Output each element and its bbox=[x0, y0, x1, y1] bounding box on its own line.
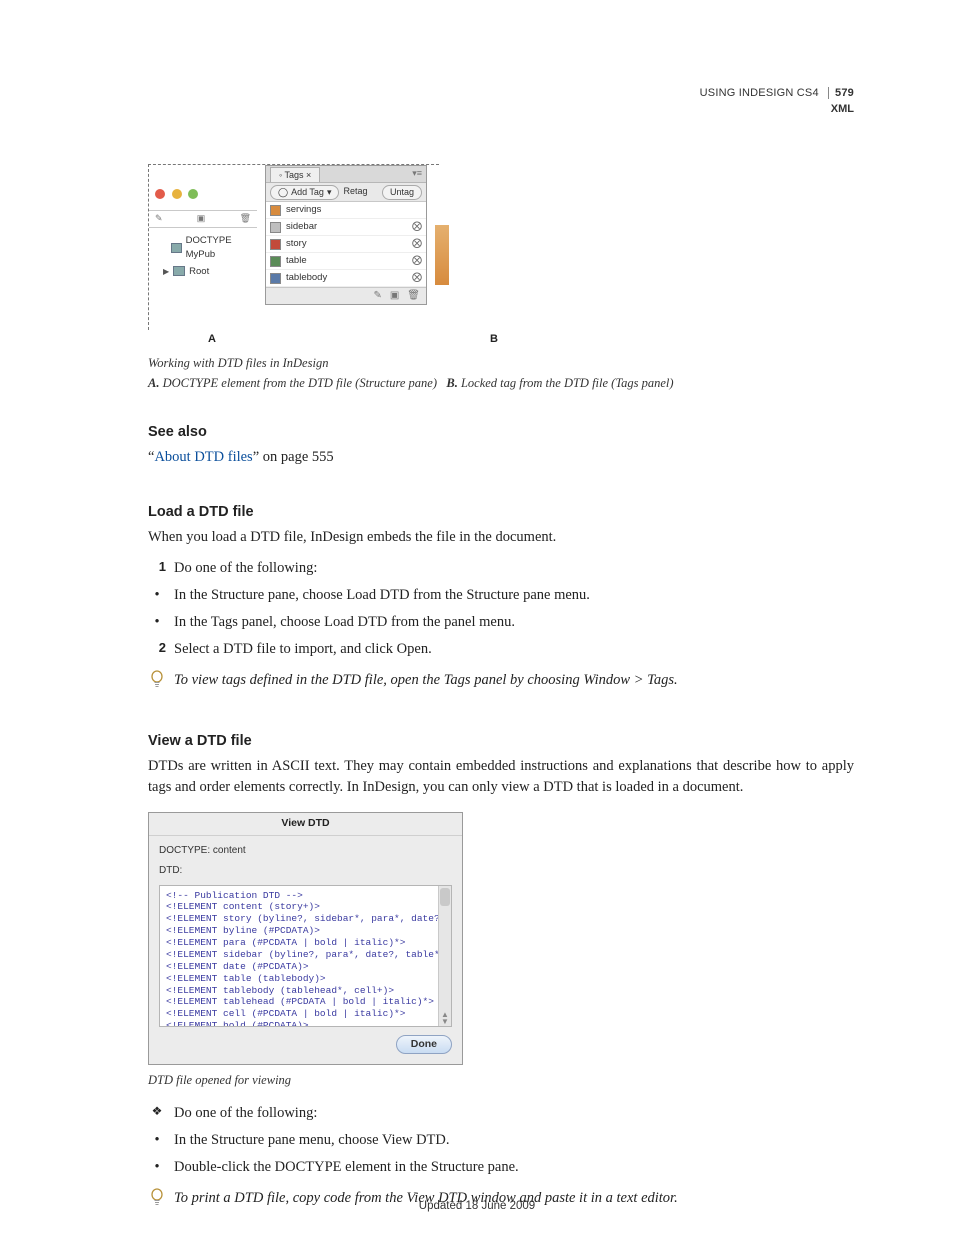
structure-pane: ✎ ▣ 🗑 DOCTYPE MyPub ▶ Root bbox=[149, 181, 257, 326]
tool-icon: ✎ bbox=[155, 212, 163, 225]
untag-button: Untag bbox=[382, 185, 422, 200]
tool-icon: ▣ bbox=[197, 212, 206, 225]
close-icon bbox=[155, 189, 165, 199]
figure-caption-keys: A. DOCTYPE element from the DTD file (St… bbox=[148, 374, 854, 392]
step-2: 2 Select a DTD file to import, and click… bbox=[148, 639, 854, 660]
see-also-links: “About DTD files” on page 555 bbox=[148, 447, 854, 468]
dialog-dtd-box: <!-- Publication DTD --> <!ELEMENT conte… bbox=[159, 885, 452, 1027]
tags-panel: ◦ Tags × ▾≡ ◯ Add Tag ▾ Retag Untag serv… bbox=[265, 165, 427, 305]
swatch-icon bbox=[270, 256, 281, 267]
lock-icon: ⨂ bbox=[412, 271, 422, 286]
bullet: •In the Structure pane menu, choose View… bbox=[148, 1130, 854, 1151]
tag-foot-icon: ▣ bbox=[390, 289, 399, 304]
tag-row: servings bbox=[266, 202, 426, 219]
element-icon bbox=[173, 266, 185, 276]
scrollbar: ▲▼ bbox=[438, 886, 451, 1026]
step-1: 1 Do one of the following: bbox=[148, 558, 854, 579]
tags-tab: ◦ Tags × bbox=[270, 167, 320, 182]
decorative-strip bbox=[435, 225, 449, 285]
dialog-dtd-label: DTD: bbox=[159, 864, 452, 879]
see-also-heading: See also bbox=[148, 422, 854, 443]
doctype-icon bbox=[171, 243, 182, 253]
zoom-icon bbox=[188, 189, 198, 199]
tag-foot-icon: ✎ bbox=[373, 289, 381, 304]
window-controls bbox=[149, 181, 257, 210]
link-about-dtd-files[interactable]: About DTD files bbox=[154, 449, 252, 465]
retag-label: Retag bbox=[343, 185, 367, 198]
dialog-caption: DTD file opened for viewing bbox=[148, 1071, 463, 1089]
tip: To view tags defined in the DTD file, op… bbox=[148, 670, 854, 691]
bullet: •Double-click the DOCTYPE element in the… bbox=[148, 1157, 854, 1178]
bullet: •In the Structure pane, choose Load DTD … bbox=[148, 585, 854, 606]
trash-icon: 🗑 bbox=[407, 289, 420, 304]
heading-load-dtd: Load a DTD file bbox=[148, 502, 854, 523]
callout-b: B bbox=[490, 332, 498, 348]
figure-structure-tags: ✎ ▣ 🗑 DOCTYPE MyPub ▶ Root bbox=[148, 164, 854, 392]
doctype-element: DOCTYPE MyPub bbox=[186, 234, 253, 262]
callout-a: A bbox=[208, 332, 216, 348]
disclosure-icon: ▶ bbox=[163, 266, 169, 278]
tag-row: tablebody⨂ bbox=[266, 270, 426, 287]
add-tag-button: ◯ Add Tag ▾ bbox=[270, 185, 339, 200]
swatch-icon bbox=[270, 239, 281, 250]
root-element: Root bbox=[189, 265, 209, 279]
view-intro: DTDs are written in ASCII text. They may… bbox=[148, 756, 854, 798]
load-intro: When you load a DTD file, InDesign embed… bbox=[148, 527, 854, 548]
swatch-icon bbox=[270, 273, 281, 284]
bullet: •In the Tags panel, choose Load DTD from… bbox=[148, 612, 854, 633]
tag-row: sidebar⨂ bbox=[266, 219, 426, 236]
lock-icon: ⨂ bbox=[412, 220, 422, 235]
swatch-icon bbox=[270, 205, 281, 216]
lock-icon: ⨂ bbox=[412, 237, 422, 252]
lightbulb-icon bbox=[148, 670, 166, 691]
dialog-doctype-label: DOCTYPE: content bbox=[159, 844, 452, 859]
done-button: Done bbox=[396, 1035, 452, 1054]
tool-icon: 🗑 bbox=[240, 212, 251, 225]
swatch-icon bbox=[270, 222, 281, 233]
dialog-title: View DTD bbox=[149, 813, 462, 835]
heading-view-dtd: View a DTD file bbox=[148, 731, 854, 752]
figure-view-dtd-dialog: View DTD DOCTYPE: content DTD: <!-- Publ… bbox=[148, 812, 463, 1089]
running-head: USING INDESIGN CS4 579 XML bbox=[700, 86, 854, 118]
page-number: 579 bbox=[828, 87, 854, 99]
minimize-icon bbox=[172, 189, 182, 199]
tag-row: table⨂ bbox=[266, 253, 426, 270]
tag-row: story⨂ bbox=[266, 236, 426, 253]
lock-icon: ⨂ bbox=[412, 254, 422, 269]
figure-caption: Working with DTD files in InDesign bbox=[148, 354, 854, 372]
lead-bullet: ❖ Do one of the following: bbox=[148, 1103, 854, 1124]
panel-menu-icon: ▾≡ bbox=[412, 167, 422, 180]
book-title: USING INDESIGN CS4 bbox=[700, 87, 819, 99]
page-footer: Updated 18 June 2009 bbox=[0, 1198, 954, 1215]
section-name: XML bbox=[700, 102, 854, 118]
